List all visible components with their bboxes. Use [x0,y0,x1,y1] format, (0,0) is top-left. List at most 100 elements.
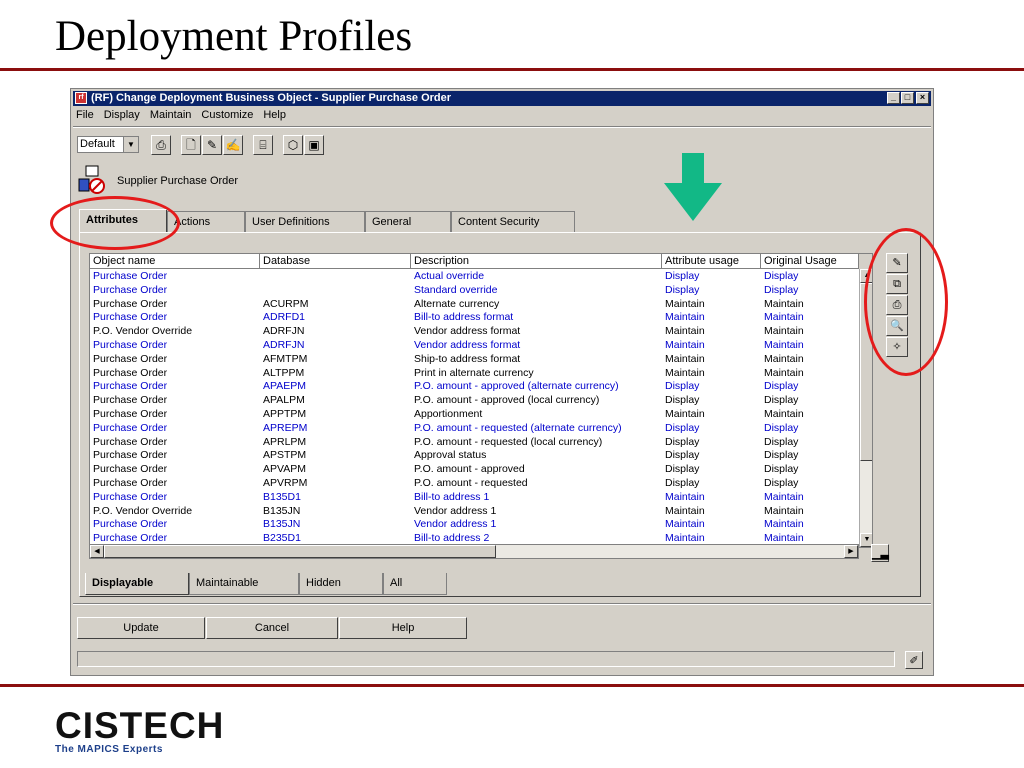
maximize-button[interactable]: □ [901,92,914,104]
printer-icon[interactable]: ⎙ [151,135,171,155]
menu-file[interactable]: File [75,109,95,124]
cell-object-name: Purchase Order [93,297,168,310]
chevron-down-icon[interactable]: ▼ [123,137,138,152]
cell-database: APALPM [263,394,305,407]
tab-maintainable[interactable]: Maintainable [189,573,299,595]
scroll-left-icon[interactable]: ◀ [90,545,104,558]
grid-header: Object name Database Description Attribu… [90,254,872,269]
table-row[interactable]: Purchase Order AFMTPM Ship-to address form… [90,353,859,367]
cell-attribute-usage: Display [665,421,700,434]
cell-original-usage: Maintain [764,408,804,420]
tab-hidden[interactable]: Hidden [299,573,383,595]
table-row[interactable]: Purchase Order APPTPM Apportionment Maintai… [90,408,859,422]
cell-database: APVRPM [263,477,308,489]
table-row[interactable]: Purchase Order ALTPPM Print in alternate c… [90,367,859,381]
status-bar [77,651,895,667]
cistech-logo: CISTECH The MAPICS Experts [55,705,225,755]
cell-database: APSTPM [263,449,307,462]
tab-displayable[interactable]: Displayable [85,573,189,595]
column-header-database[interactable]: Database [260,254,411,269]
cell-description: P.O. amount - requested (alternate curre… [414,421,622,434]
table-row[interactable]: Purchase Order Standard override Display Di… [90,284,859,298]
cell-object-name: Purchase Order [93,311,168,324]
table-row[interactable]: Purchase Order Actual override Display Disp… [90,270,859,284]
window-title: (RF) Change Deployment Business Object -… [91,92,452,104]
view-select[interactable]: Default ▼ [77,136,139,153]
cell-attribute-usage: Display [665,435,700,448]
cell-attribute-usage: Maintain [665,325,705,338]
cell-description: P.O. amount - approved [414,463,525,476]
cell-database: ADRFJN [263,325,305,338]
note-icon[interactable]: ✐ [905,651,923,669]
cell-attribute-usage: Display [665,380,700,393]
table-row[interactable]: Purchase Order APAEPM P.O. amount - approv… [90,380,859,394]
horizontal-scroll-thumb[interactable] [104,545,496,558]
cell-attribute-usage: Maintain [665,339,705,351]
horizontal-scrollbar[interactable]: ◀ ▶ [89,544,859,559]
scroll-right-icon[interactable]: ▶ [844,545,858,558]
cell-object-name: Purchase Order [93,366,168,379]
cell-object-name: Purchase Order [93,421,168,434]
menu-help[interactable]: Help [262,109,287,124]
cell-description: Standard override [414,283,498,296]
menu-customize[interactable]: Customize [200,109,254,124]
cell-attribute-usage: Maintain [665,504,705,517]
cell-attribute-usage: Display [665,283,700,296]
table-row[interactable]: Purchase Order APALPM P.O. amount - approv… [90,394,859,408]
title-bar[interactable]: rf (RF) Change Deployment Business Objec… [73,91,931,106]
column-header-original-usage[interactable]: Original Usage [761,254,859,269]
tab-attributes[interactable]: Attributes [79,209,167,232]
cell-database: ADRFD1 [263,311,306,324]
side-buttons-highlight [864,228,948,376]
cell-original-usage: Display [764,380,799,393]
column-header-attribute-usage[interactable]: Attribute usage [662,254,761,269]
cell-description: Print in alternate currency [414,366,534,379]
table-row[interactable]: Purchase Order APRLPM P.O. amount - reques… [90,436,859,450]
table-row[interactable]: P.O. Vendor Override B135JN Vendor address… [90,505,859,519]
cell-database: APREPM [263,421,308,434]
column-header-object-name[interactable]: Object name [90,254,260,269]
properties-icon[interactable]: ▣ [304,135,324,155]
table-row[interactable]: Purchase Order ADRFD1 Bill-to address form… [90,311,859,325]
help-button[interactable]: Help [339,617,467,639]
cell-original-usage: Display [764,463,799,476]
cell-object-name: Purchase Order [93,408,168,420]
table-row[interactable]: Purchase Order ADRFJN Vendor address forma… [90,339,859,353]
logo-name: CISTECH [55,705,225,746]
cell-database: ALTPPM [263,366,305,379]
table-row[interactable]: Purchase Order B135D1 Bill-to address 1 Mai… [90,491,859,505]
tree-icon[interactable]: ⌸ [253,135,273,155]
cell-attribute-usage: Maintain [665,352,705,365]
cell-attribute-usage: Maintain [665,297,705,310]
table-row[interactable]: Purchase Order APREPM P.O. amount - reques… [90,422,859,436]
chart-icon[interactable]: ▁▃ [871,544,889,562]
new-document-icon[interactable]: 🗋 [181,135,201,155]
tab-general[interactable]: General [365,211,451,232]
table-row[interactable]: Purchase Order B135JN Vendor address 1 Main… [90,518,859,532]
close-button[interactable]: × [916,92,929,104]
edit-list-icon[interactable]: ✍ [223,135,243,155]
tab-all[interactable]: All [383,573,447,595]
menu-display[interactable]: Display [103,109,141,124]
column-header-description[interactable]: Description [411,254,662,269]
tab-content-security[interactable]: Content Security [451,211,575,232]
cancel-button[interactable]: Cancel [206,617,338,639]
minimize-button[interactable]: _ [887,92,900,104]
update-button[interactable]: Update [77,617,205,639]
cell-object-name: Purchase Order [93,352,168,365]
table-row[interactable]: Purchase Order APVAPM P.O. amount - approv… [90,463,859,477]
pencil-icon[interactable]: ✎ [202,135,222,155]
table-row[interactable]: P.O. Vendor Override ADRFJN Vendor address… [90,325,859,339]
cell-original-usage: Display [764,435,799,448]
cell-database: AFMTPM [263,352,308,365]
table-row[interactable]: Purchase Order APSTPM Approval status Displ… [90,449,859,463]
table-row[interactable]: Purchase Order ACURPM Alternate currency Ma… [90,298,859,312]
tab-user-definitions[interactable]: User Definitions [245,211,365,232]
app-icon: rf [75,92,87,104]
table-row[interactable]: Purchase Order APVRPM P.O. amount - reques… [90,477,859,491]
cell-attribute-usage: Maintain [665,518,705,531]
menu-maintain[interactable]: Maintain [149,109,193,124]
object-icon[interactable]: ⬡ [283,135,303,155]
menu-bar: File Display Maintain Customize Help [75,109,287,124]
cell-original-usage: Display [764,449,799,462]
